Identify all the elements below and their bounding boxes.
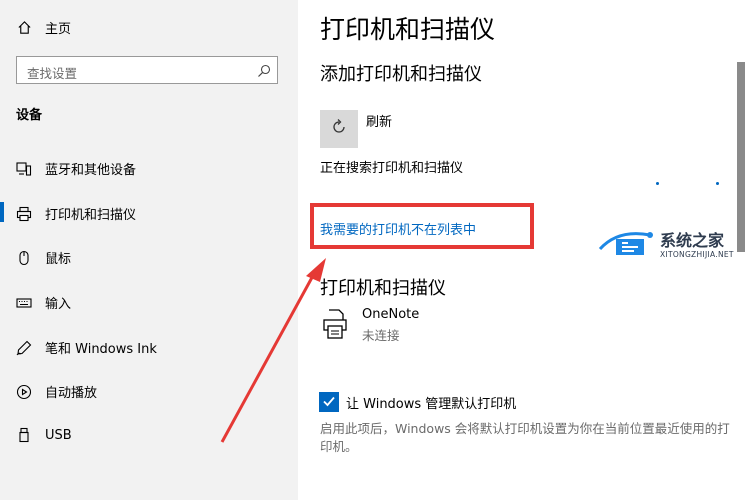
watermark-name: 系统之家 [660, 231, 725, 250]
watermark-logo-icon [598, 227, 656, 265]
watermark-url: XITONGZHIJIA.NET [660, 250, 734, 259]
watermark: 系统之家 XITONGZHIJIA.NET [598, 225, 738, 265]
scrollbar-thumb[interactable] [737, 62, 745, 252]
